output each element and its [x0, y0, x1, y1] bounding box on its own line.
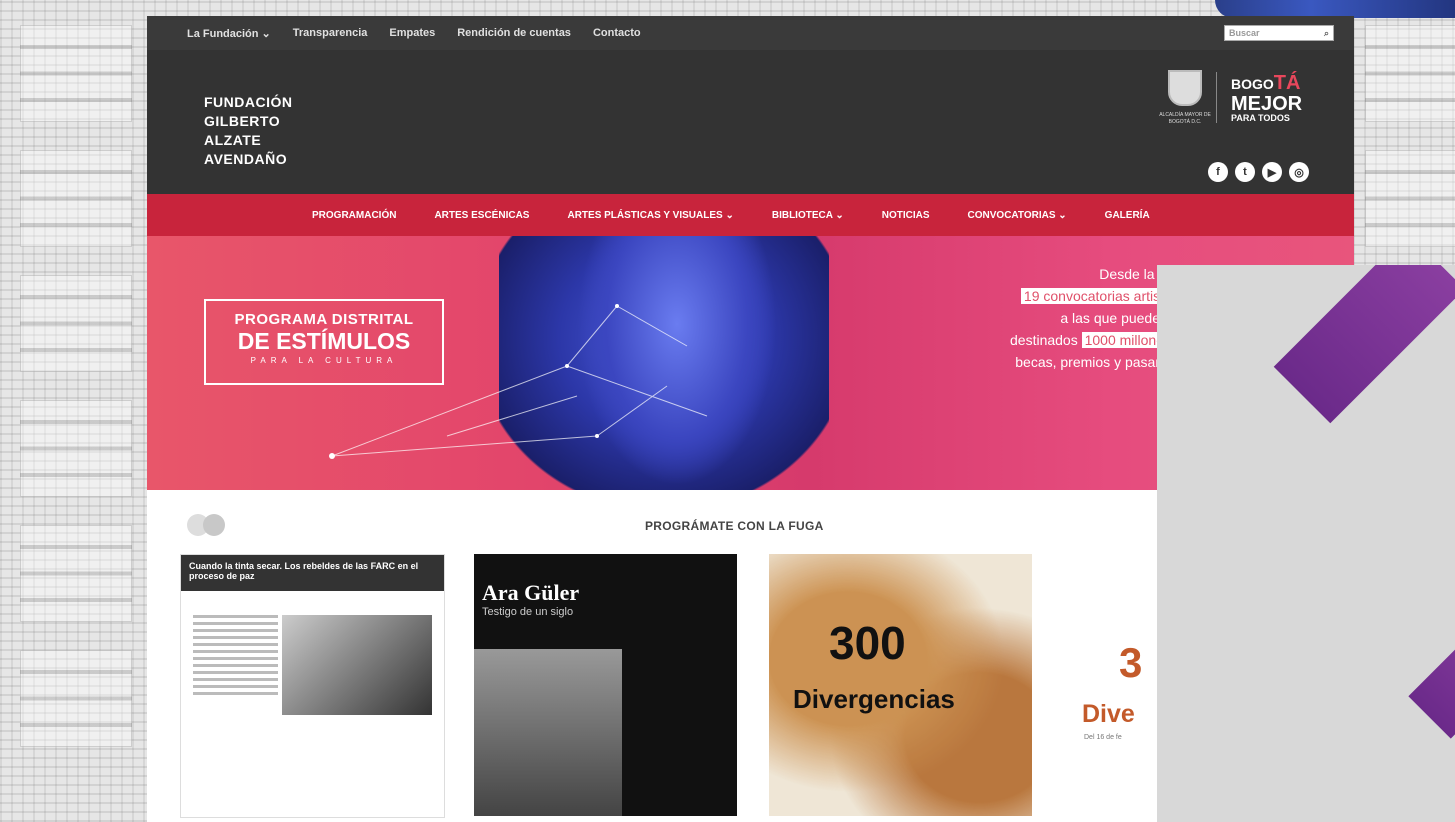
- bogota-prefix: BOGO: [1231, 76, 1274, 92]
- bogota-mejor-logo[interactable]: BOGOTÁ MEJOR PARA TODOS: [1216, 72, 1326, 123]
- card-title: Divergencias: [793, 684, 955, 714]
- topbar-link-fundacion[interactable]: La Fundación ⌄: [187, 27, 271, 40]
- card-number: 3: [1119, 639, 1143, 686]
- bogota-line2: MEJOR: [1231, 93, 1303, 115]
- site-header: FUNDACIÓN GILBERTO ALZATE AVENDAÑO ALCAL…: [147, 50, 1354, 194]
- hero-text-line4: destinados: [1010, 332, 1082, 348]
- shield-icon: [1168, 70, 1202, 106]
- card-photo: [474, 649, 622, 816]
- logo-line: AVENDAÑO: [204, 151, 288, 167]
- facebook-icon[interactable]: f: [1208, 162, 1228, 182]
- hero-text-line2: 19 convocatorias artist: [1020, 288, 1167, 304]
- background-building-sketch: [20, 25, 132, 122]
- nav-item-artes-plasticas[interactable]: ARTES PLÁSTICAS Y VISUALES ⌄: [567, 210, 733, 221]
- carousel-controls: [187, 514, 225, 536]
- nav-item-noticias[interactable]: NOTICIAS: [882, 210, 930, 221]
- event-card[interactable]: Ara Güler Testigo de un siglo: [474, 554, 737, 816]
- background-building-sketch: [1365, 25, 1455, 122]
- badge-line3: PARA LA CULTURA: [250, 356, 398, 365]
- hero-text-highlight: 1000 millone: [1081, 332, 1167, 348]
- bogota-line3: PARA TODOS: [1231, 113, 1290, 123]
- nav-item-programacion[interactable]: PROGRAMACIÓN: [312, 210, 396, 221]
- badge-line1: PROGRAMA DISTRITAL: [234, 311, 414, 328]
- programa-estimulos-badge: PROGRAMA DISTRITAL DE ESTÍMULOS PARA LA …: [204, 299, 444, 385]
- nav-item-convocatorias[interactable]: CONVOCATORIAS ⌄: [968, 210, 1067, 221]
- background-building-sketch: [1365, 150, 1455, 247]
- site-logo[interactable]: FUNDACIÓN GILBERTO ALZATE AVENDAÑO: [204, 93, 293, 169]
- logo-line: FUNDACIÓN: [204, 94, 293, 110]
- hero-text: Desde la F 19 convocatorias artist a las…: [907, 263, 1167, 373]
- topbar-link-empates[interactable]: Empates: [389, 27, 435, 39]
- social-links: f t ▶ ◎: [1208, 162, 1309, 182]
- topbar-link-contacto[interactable]: Contacto: [593, 27, 641, 39]
- background-building-sketch: [20, 525, 132, 622]
- card-body-text: [193, 615, 278, 699]
- carousel-next-button[interactable]: [203, 514, 225, 536]
- hero-text-line3: a las que puedes: [1060, 310, 1167, 326]
- twitter-icon[interactable]: t: [1235, 162, 1255, 182]
- event-card[interactable]: Cuando la tinta secar. Los rebeldes de l…: [180, 554, 445, 818]
- overlay-panel: [1157, 265, 1455, 822]
- topbar-link-transparencia[interactable]: Transparencia: [293, 27, 368, 39]
- hero-text-line1: Desde la F: [1099, 266, 1167, 282]
- chevron-shape: [1408, 611, 1455, 739]
- event-card[interactable]: 300 Divergencias: [769, 554, 1032, 816]
- background-building-sketch: [20, 650, 132, 747]
- card-title: Ara Güler: [482, 580, 580, 605]
- search-placeholder: Buscar: [1229, 28, 1260, 38]
- background-building-sketch: [20, 275, 132, 372]
- card-subtitle: Testigo de un siglo: [482, 606, 574, 618]
- main-nav: PROGRAMACIÓN ARTES ESCÉNICAS ARTES PLÁST…: [147, 194, 1354, 236]
- topbar-link-rendicion[interactable]: Rendición de cuentas: [457, 27, 571, 39]
- card-title: Dive: [1082, 700, 1135, 728]
- card-number: 300: [829, 617, 906, 669]
- top-bar: La Fundación ⌄ Transparencia Empates Ren…: [147, 16, 1354, 50]
- instagram-icon[interactable]: ◎: [1289, 162, 1309, 182]
- chevron-shape: [1273, 265, 1455, 424]
- bogota-accent: TÁ: [1273, 72, 1301, 94]
- hero-text-line5: becas, premios y pasant: [1015, 354, 1167, 370]
- alcaldia-text: ALCALDÍA MAYOR DE BOGOTÁ D.C.: [1159, 112, 1211, 125]
- card-photo: [282, 615, 432, 715]
- youtube-icon[interactable]: ▶: [1262, 162, 1282, 182]
- nav-item-artes-escenicas[interactable]: ARTES ESCÉNICAS: [434, 210, 529, 221]
- card-date: Del 16 de fe: [1084, 734, 1122, 741]
- background-building-sketch: [20, 400, 132, 497]
- logo-line: GILBERTO: [204, 113, 281, 129]
- background-building-sketch: [20, 150, 132, 247]
- logo-line: ALZATE: [204, 132, 262, 148]
- section-title: PROGRÁMATE CON LA FUGA: [645, 519, 824, 533]
- nav-item-galeria[interactable]: GALERÍA: [1105, 210, 1150, 221]
- alcaldia-logo[interactable]: ALCALDÍA MAYOR DE BOGOTÁ D.C.: [1156, 70, 1214, 146]
- card-title: Cuando la tinta secar. Los rebeldes de l…: [181, 555, 444, 591]
- search-input[interactable]: Buscar ⌕: [1224, 25, 1334, 41]
- badge-line2: DE ESTÍMULOS: [237, 328, 411, 354]
- nav-item-biblioteca[interactable]: BIBLIOTECA ⌄: [772, 210, 844, 221]
- search-icon[interactable]: ⌕: [1324, 28, 1329, 39]
